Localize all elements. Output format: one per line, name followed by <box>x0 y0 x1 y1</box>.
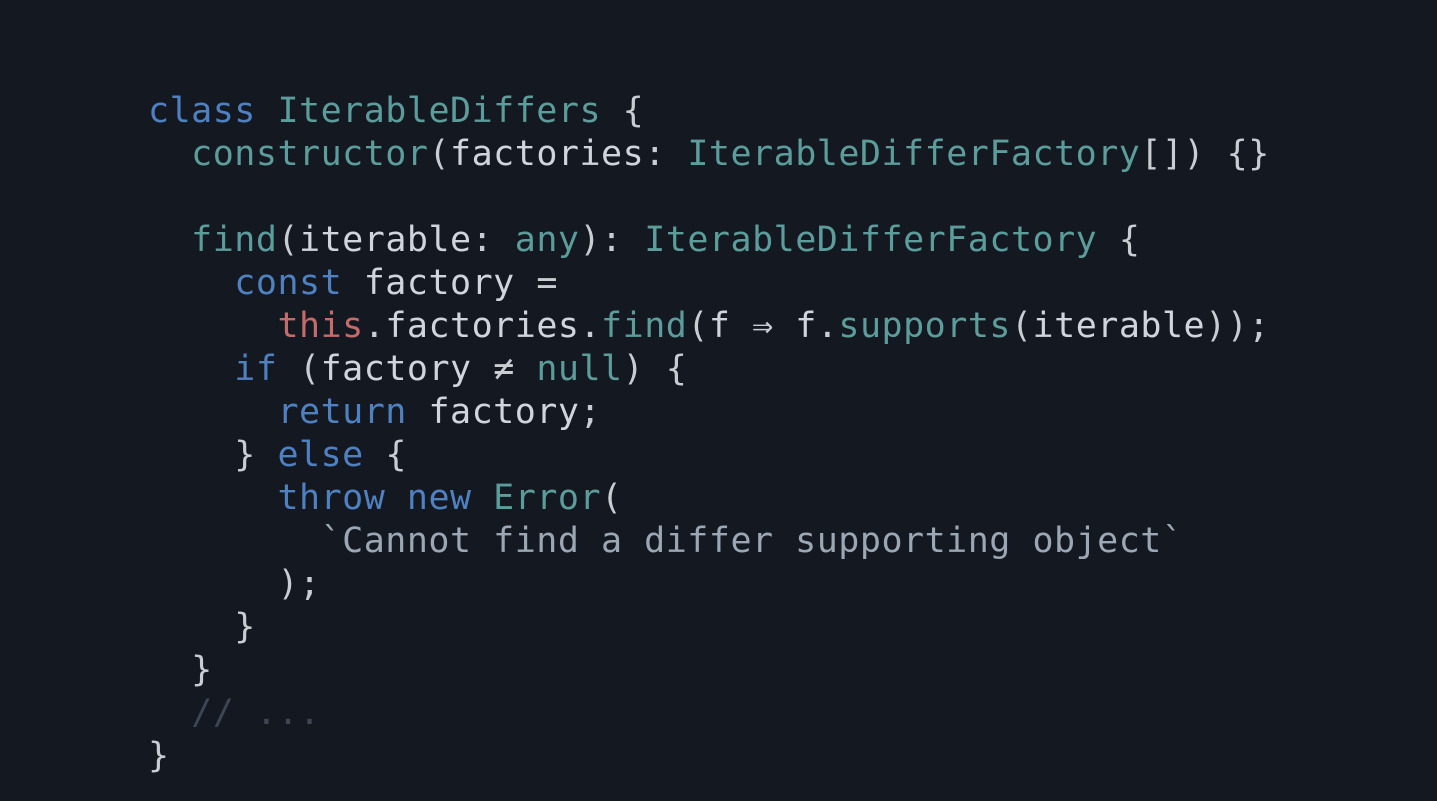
code-token: . <box>364 306 386 346</box>
code-token: )); <box>1205 306 1270 346</box>
code-token: ( <box>299 349 321 389</box>
code-token <box>148 392 277 432</box>
code-token <box>148 693 191 733</box>
code-token: find <box>601 306 687 346</box>
code-token: if <box>234 349 277 389</box>
code-token: constructor <box>191 134 428 174</box>
code-token <box>148 134 191 174</box>
code-token: null <box>536 349 622 389</box>
code-token <box>148 607 234 647</box>
code-token: // ... <box>191 693 320 733</box>
code-token: = <box>536 263 558 303</box>
code-token <box>364 435 386 475</box>
code-token <box>256 91 278 131</box>
code-token: return <box>277 392 406 432</box>
code-token: ): <box>579 220 622 260</box>
code-token: `Cannot find a differ supporting object` <box>321 521 1184 561</box>
code-token: find <box>191 220 277 260</box>
code-token: new <box>407 478 472 518</box>
code-token: factory <box>407 392 580 432</box>
code-token: ( <box>277 220 299 260</box>
code-token: ) { <box>623 349 688 389</box>
code-token: throw <box>277 478 385 518</box>
code-token: iterable <box>1033 306 1206 346</box>
code-token: Error <box>493 478 601 518</box>
code-token: ( <box>428 134 450 174</box>
code-token: f <box>774 306 817 346</box>
code-token <box>385 478 407 518</box>
code-token <box>148 478 277 518</box>
code-token: } <box>234 607 256 647</box>
code-token: ( <box>687 306 709 346</box>
code-token <box>148 306 277 346</box>
code-token: factories <box>450 134 644 174</box>
code-token <box>1097 220 1119 260</box>
code-token: ⇒ <box>752 306 774 346</box>
code-token: class <box>148 91 256 131</box>
code-token <box>472 478 494 518</box>
code-token: ); <box>277 564 320 604</box>
code-token: IterableDifferFactory <box>644 220 1097 260</box>
code-token: []) {} <box>1140 134 1269 174</box>
code-token <box>148 521 321 561</box>
code-token: ; <box>579 392 601 432</box>
code-token <box>601 91 623 131</box>
code-token: } <box>191 650 213 690</box>
code-token <box>623 220 645 260</box>
code-token: } <box>234 435 256 475</box>
code-token: IterableDifferFactory <box>687 134 1140 174</box>
code-token: : <box>472 220 494 260</box>
code-token: else <box>277 435 363 475</box>
code-token: this <box>277 306 363 346</box>
code-token: const <box>234 263 342 303</box>
code-token <box>148 650 191 690</box>
code-token <box>515 349 537 389</box>
code-token <box>148 220 191 260</box>
code-token: . <box>817 306 839 346</box>
code-token <box>148 435 234 475</box>
code-token: : <box>644 134 666 174</box>
code-token: ( <box>1011 306 1033 346</box>
code-token <box>666 134 688 174</box>
code-token: supports <box>838 306 1011 346</box>
code-token <box>493 220 515 260</box>
code-token <box>148 564 277 604</box>
code-token: IterableDiffers <box>277 91 601 131</box>
code-token: { <box>385 435 407 475</box>
code-token <box>277 349 299 389</box>
code-token: factory <box>342 263 536 303</box>
code-token <box>256 435 278 475</box>
code-token <box>148 263 234 303</box>
code-content: class IterableDiffers { constructor(fact… <box>148 91 1270 776</box>
code-token: ( <box>601 478 623 518</box>
code-block: class IterableDiffers { constructor(fact… <box>0 0 1437 778</box>
code-token: { <box>623 91 645 131</box>
code-token: factories <box>385 306 579 346</box>
code-token: factory <box>321 349 494 389</box>
code-token: iterable <box>299 220 472 260</box>
code-token: . <box>579 306 601 346</box>
code-token: any <box>515 220 580 260</box>
code-token <box>148 349 234 389</box>
code-token: ≠ <box>493 349 515 389</box>
code-token: f <box>709 306 752 346</box>
code-token: { <box>1119 220 1141 260</box>
code-token: } <box>148 736 170 776</box>
